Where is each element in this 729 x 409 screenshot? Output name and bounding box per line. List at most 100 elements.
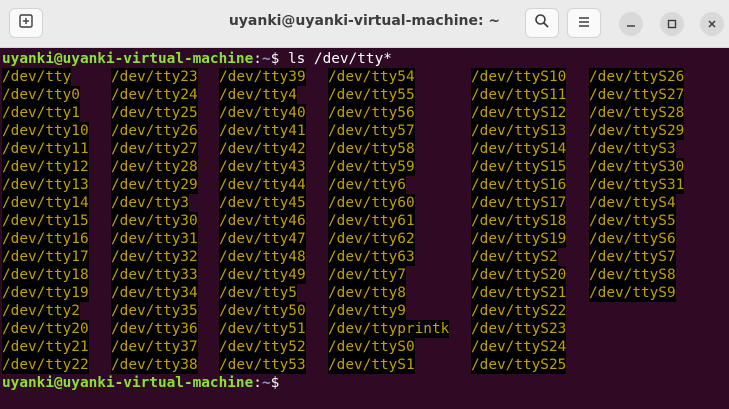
listing-row: /dev/tty15/dev/tty30/dev/tty46/dev/tty61…	[2, 212, 729, 230]
device-entry: /dev/ttyS14	[471, 140, 567, 158]
listing-row: /dev/tty0/dev/tty24/dev/tty4/dev/tty55/d…	[2, 86, 729, 104]
device-entry: /dev/tty41	[219, 122, 306, 140]
device-entry: /dev/tty57	[328, 122, 415, 140]
device-entry: /dev/tty51	[219, 320, 306, 338]
device-entry: /dev/tty42	[219, 140, 306, 158]
device-entry: /dev/ttyS21	[471, 284, 567, 302]
device-entry: /dev/tty12	[2, 158, 89, 176]
device-entry: /dev/tty53	[219, 356, 306, 374]
device-entry: /dev/ttyprintk	[328, 320, 450, 338]
device-entry: /dev/tty34	[111, 284, 198, 302]
device-entry: /dev/tty7	[328, 266, 406, 284]
device-entry: /dev/ttyS2	[471, 248, 558, 266]
device-entry: /dev/ttyS3	[589, 140, 676, 158]
device-entry: /dev/tty62	[328, 230, 415, 248]
device-entry: /dev/ttyS18	[471, 212, 567, 230]
device-entry: /dev/tty55	[328, 86, 415, 104]
device-entry: /dev/ttyS9	[589, 284, 676, 302]
listing-row: /dev/tty12/dev/tty28/dev/tty43/dev/tty59…	[2, 158, 729, 176]
prompt-path: ~	[261, 375, 271, 391]
device-entry: /dev/ttyS24	[471, 338, 567, 356]
device-entry: /dev/ttyS30	[589, 158, 685, 176]
device-entry: /dev/tty39	[219, 68, 306, 86]
device-entry: /dev/ttyS13	[471, 122, 567, 140]
device-entry: /dev/ttyS26	[589, 68, 685, 86]
device-entry: /dev/tty36	[111, 320, 198, 338]
device-entry: /dev/tty29	[111, 176, 198, 194]
terminal-window: uyanki@uyanki-virtual-machine: ~ uyanki@…	[0, 0, 729, 409]
device-entry: /dev/tty24	[111, 86, 198, 104]
device-entry: /dev/tty52	[219, 338, 306, 356]
device-entry: /dev/ttyS28	[589, 104, 685, 122]
device-entry: /dev/tty10	[2, 122, 89, 140]
prompt-symbol: $	[270, 51, 280, 67]
listing-row: /dev/tty19/dev/tty34/dev/tty5/dev/tty8/d…	[2, 284, 729, 302]
prompt-user-host: uyanki@uyanki-virtual-machine	[2, 375, 254, 391]
listing-row: /dev/tty1/dev/tty25/dev/tty40/dev/tty56 /…	[2, 104, 729, 122]
listing-row: /dev/tty16/dev/tty31/dev/tty47/dev/tty62…	[2, 230, 729, 248]
terminal-output[interactable]: uyanki@uyanki-virtual-machine:~$ ls /dev…	[0, 48, 729, 409]
device-entry: /dev/tty43	[219, 158, 306, 176]
listing-row: /dev/tty22/dev/tty38/dev/tty53/dev/ttyS1…	[2, 356, 729, 374]
device-entry: /dev/tty63	[328, 248, 415, 266]
prompt-separator: :	[253, 51, 262, 67]
device-entry: /dev/tty14	[2, 194, 89, 212]
command-line: uyanki@uyanki-virtual-machine:~$ ls /dev…	[2, 50, 729, 68]
prompt-line[interactable]: uyanki@uyanki-virtual-machine:~$	[2, 374, 729, 392]
device-entry: /dev/ttyS12	[471, 104, 567, 122]
device-entry: /dev/tty46	[219, 212, 306, 230]
device-entry: /dev/ttyS4	[589, 194, 676, 212]
device-entry: /dev/tty17	[2, 248, 89, 266]
device-entry: /dev/tty19	[2, 284, 89, 302]
device-entry: /dev/tty61	[328, 212, 415, 230]
search-button[interactable]	[525, 8, 559, 38]
device-entry: /dev/ttyS11	[471, 86, 567, 104]
device-entry: /dev/tty35	[111, 302, 198, 320]
listing-row: /dev/tty10/dev/tty26/dev/tty41/dev/tty57…	[2, 122, 729, 140]
listing-row: /dev/tty2/dev/tty35/dev/tty50/dev/tty9/d…	[2, 302, 729, 320]
minimize-icon	[625, 15, 637, 34]
device-entry: /dev/tty45	[219, 194, 306, 212]
device-entry: /dev/tty2	[2, 302, 80, 320]
search-icon	[534, 13, 550, 33]
device-entry: /dev/ttyS6	[589, 230, 676, 248]
device-entry: /dev/ttyS8	[589, 266, 676, 284]
device-entry: /dev/ttyS27	[589, 86, 685, 104]
device-entry: /dev/tty37	[111, 338, 198, 356]
device-entry: /dev/ttyS22	[471, 302, 567, 320]
prompt-separator: :	[253, 375, 262, 391]
device-entry: /dev/ttyS7	[589, 248, 676, 266]
menu-button[interactable]	[567, 8, 601, 38]
device-entry: /dev/tty13	[2, 176, 89, 194]
device-entry: /dev/ttyS0	[328, 338, 415, 356]
device-entry: /dev/tty40	[219, 104, 306, 122]
device-entry: /dev/ttyS29	[589, 122, 685, 140]
minimize-button[interactable]	[619, 12, 643, 36]
device-entry: /dev/ttyS20	[471, 266, 567, 284]
device-entry: /dev/tty32	[111, 248, 198, 266]
device-entry: /dev/tty22	[2, 356, 89, 374]
prompt-path: ~	[261, 51, 271, 67]
device-entry: /dev/tty9	[328, 302, 406, 320]
device-entry: /dev/tty31	[111, 230, 198, 248]
maximize-icon	[666, 15, 678, 34]
prompt-user-host: uyanki@uyanki-virtual-machine	[2, 51, 254, 67]
device-entry: /dev/tty8	[328, 284, 406, 302]
device-entry: /dev/tty21	[2, 338, 89, 356]
directory-listing: /dev/tty/dev/tty23/dev/tty39/dev/tty54/d…	[2, 68, 729, 374]
device-entry: /dev/tty47	[219, 230, 306, 248]
device-entry: /dev/tty54	[328, 68, 415, 86]
device-entry: /dev/tty50	[219, 302, 306, 320]
device-entry: /dev/tty1	[2, 104, 80, 122]
listing-row: /dev/tty/dev/tty23/dev/tty39/dev/tty54/d…	[2, 68, 729, 86]
prompt-symbol: $	[270, 375, 280, 391]
close-icon	[706, 15, 718, 34]
listing-row: /dev/tty17/dev/tty32/dev/tty48/dev/tty63…	[2, 248, 729, 266]
device-entry: /dev/tty28	[111, 158, 198, 176]
device-entry: /dev/tty6	[328, 176, 406, 194]
close-button[interactable]	[700, 12, 724, 36]
title-bar[interactable]: uyanki@uyanki-virtual-machine: ~	[0, 0, 729, 48]
device-entry: /dev/ttyS31	[589, 176, 685, 194]
maximize-button[interactable]	[660, 12, 684, 36]
device-entry: /dev/tty16	[2, 230, 89, 248]
